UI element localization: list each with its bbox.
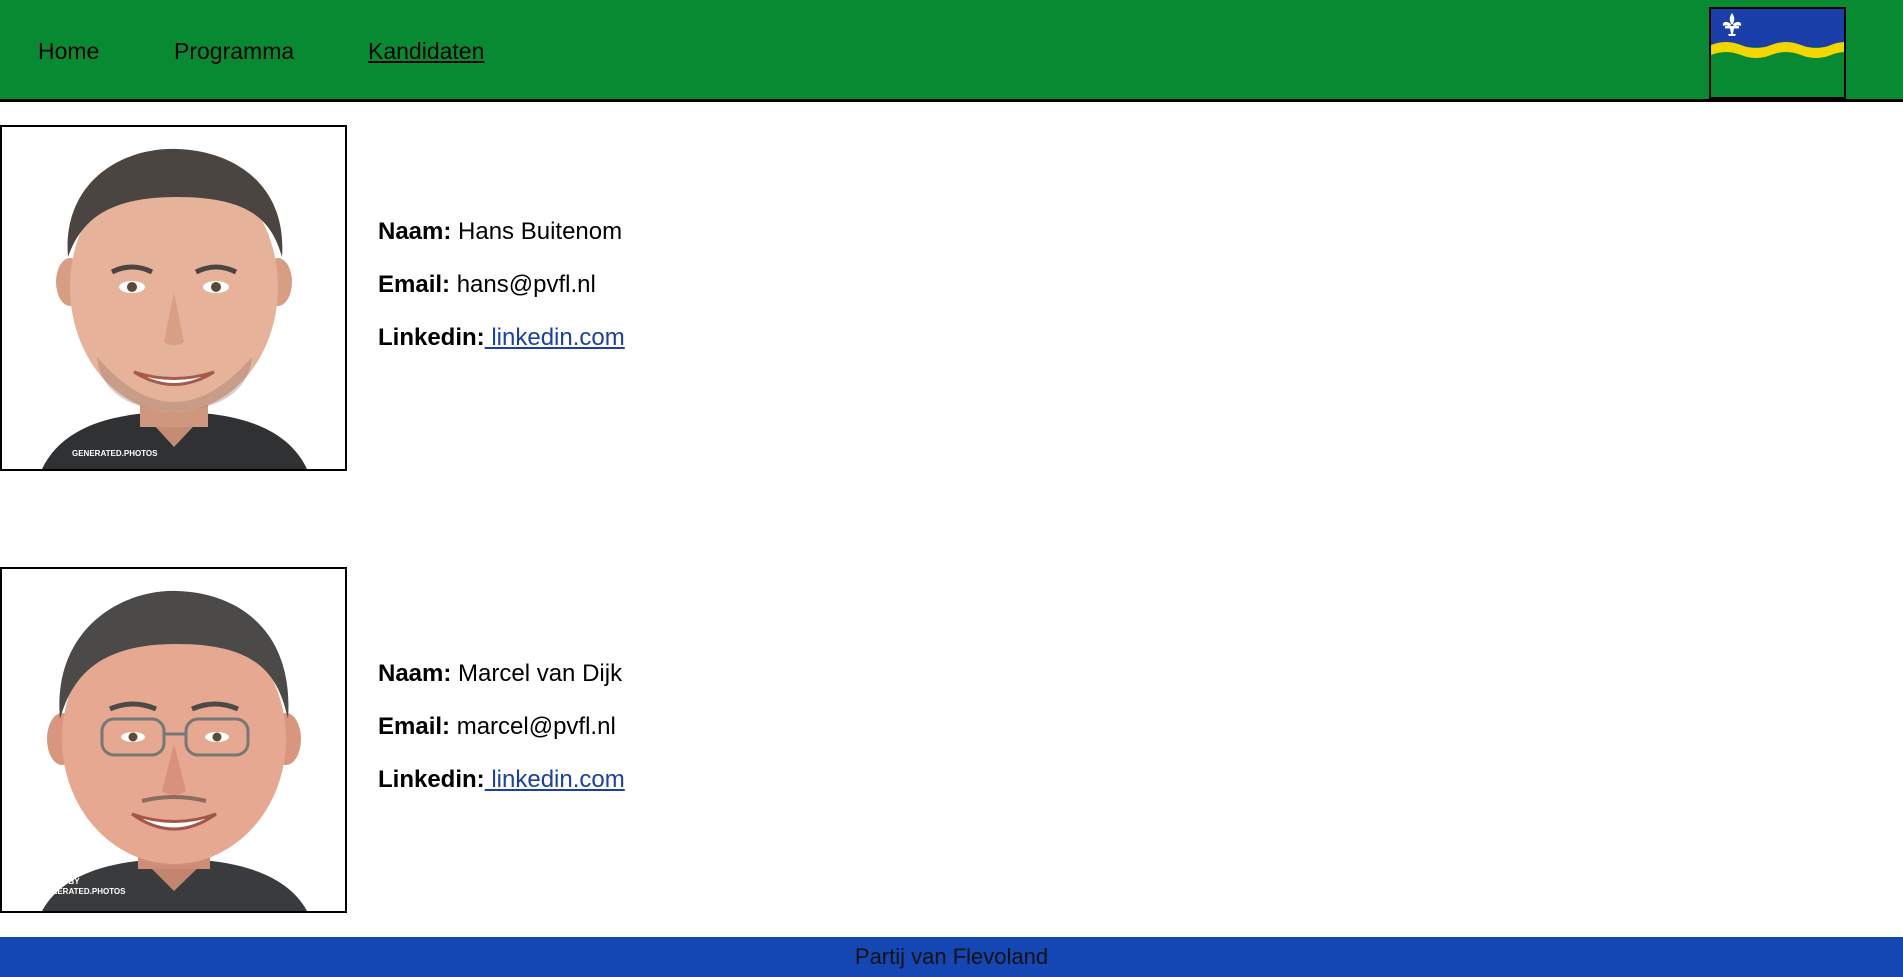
candidate-name-row: Naam: Marcel van Dijk bbox=[378, 647, 625, 700]
candidate-linkedin-row: Linkedin: linkedin.com bbox=[378, 311, 625, 364]
candidate-email: marcel@pvfl.nl bbox=[456, 713, 616, 740]
linkedin-label: Linkedin: bbox=[378, 766, 485, 793]
candidate-name-row: Naam: Hans Buitenom bbox=[378, 205, 625, 258]
nav-link-kandidaten[interactable]: Kandidaten bbox=[368, 38, 484, 65]
photo-watermark: IMAGE BY GENERATED.PHOTOS bbox=[40, 877, 126, 896]
name-label: Naam: bbox=[378, 218, 452, 245]
candidate-photo: GENERATED.PHOTOS bbox=[0, 125, 347, 471]
flevoland-flag-logo bbox=[1709, 7, 1846, 99]
photo-watermark: GENERATED.PHOTOS bbox=[72, 449, 158, 458]
nav-link-programma[interactable]: Programma bbox=[174, 38, 294, 65]
footer-text: Partij van Flevoland bbox=[854, 944, 1049, 969]
candidate-email: hans@pvfl.nl bbox=[456, 271, 596, 298]
nav-link-home[interactable]: Home bbox=[38, 38, 99, 65]
linkedin-label: Linkedin: bbox=[378, 324, 485, 351]
linkedin-link[interactable]: linkedin.com bbox=[485, 766, 624, 793]
email-label: Email: bbox=[378, 271, 451, 298]
candidate-email-row: Email: marcel@pvfl.nl bbox=[378, 700, 625, 753]
candidate-card: IMAGE BY GENERATED.PHOTOS Naam: Marcel v… bbox=[0, 567, 1903, 913]
linkedin-link[interactable]: linkedin.com bbox=[485, 324, 624, 351]
candidate-email-row: Email: hans@pvfl.nl bbox=[378, 258, 625, 311]
page-footer: Partij van Flevoland bbox=[0, 937, 1903, 977]
candidate-linkedin-row: Linkedin: linkedin.com bbox=[378, 753, 625, 806]
candidate-name: Marcel van Dijk bbox=[458, 660, 623, 687]
email-label: Email: bbox=[378, 713, 451, 740]
candidate-name: Hans Buitenom bbox=[458, 218, 623, 245]
top-navbar: Home Programma Kandidaten bbox=[0, 0, 1903, 102]
name-label: Naam: bbox=[378, 660, 452, 687]
candidate-photo: IMAGE BY GENERATED.PHOTOS bbox=[0, 567, 347, 913]
candidate-info: Naam: Hans Buitenom Email: hans@pvfl.nl … bbox=[378, 205, 625, 364]
candidate-info: Naam: Marcel van Dijk Email: marcel@pvfl… bbox=[378, 647, 625, 806]
candidate-card: GENERATED.PHOTOS Naam: Hans Buitenom Ema… bbox=[0, 125, 1903, 471]
